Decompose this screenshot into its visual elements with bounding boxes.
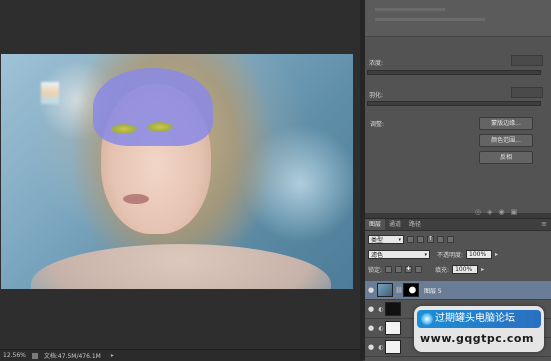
forum-watermark: 过期罐头电脑论坛 www.gqgtpc.com	[414, 306, 544, 352]
layer-mask-thumbnail[interactable]	[385, 340, 401, 354]
smart-object-filter-icon[interactable]	[447, 236, 454, 243]
status-bar: 12.56% 文档:47.5M/476.1M ▸	[0, 349, 363, 361]
status-menu-arrow-icon[interactable]: ▸	[111, 352, 114, 359]
layers-tabs: 图层 通道 路径 ≡	[365, 219, 551, 231]
layer-mask-thumbnail[interactable]	[385, 302, 401, 316]
left-eyeshadow	[111, 124, 137, 134]
fill-field[interactable]: 100%	[452, 265, 479, 274]
adjustment-filter-icon[interactable]	[417, 236, 424, 243]
adjust-label: 调整:	[370, 121, 385, 128]
layer-name[interactable]: 图层 5	[424, 286, 442, 295]
apply-mask-icon[interactable]: ◈	[487, 208, 492, 216]
zoom-readout[interactable]: 12.56%	[3, 352, 26, 359]
document-info: 文档:47.5M/476.1M	[43, 353, 101, 360]
layer-mask-thumbnail[interactable]	[403, 283, 419, 297]
eye-icon[interactable]: ●	[365, 286, 377, 294]
opacity-dropdown-icon[interactable]: ▸	[495, 251, 498, 258]
fill-dropdown-icon[interactable]: ▸	[481, 266, 484, 273]
density-label: 浓度:	[369, 59, 384, 67]
blend-mode-value: 滤色	[371, 252, 384, 259]
header-blur	[375, 18, 485, 21]
fill-label: 填充:	[435, 267, 450, 274]
mask-edge-button[interactable]: 蒙版边缘...	[479, 117, 533, 130]
blend-row: 滤色 ▾ 不透明度: 100% ▸	[368, 249, 498, 260]
eye-icon[interactable]: ●	[365, 324, 377, 332]
opacity-field[interactable]: 100%	[466, 250, 493, 259]
lock-transparency-icon[interactable]	[385, 266, 393, 273]
adjustment-layer-icon: ◐	[378, 343, 384, 351]
shape-filter-icon[interactable]	[437, 236, 444, 243]
properties-footer-icons: ◎ ◈ ◉ ▣	[475, 208, 517, 216]
right-eyeshadow	[147, 122, 173, 132]
density-value-field[interactable]	[511, 55, 543, 66]
kind-filter-value: 类型	[371, 237, 384, 244]
lock-all-icon[interactable]	[415, 266, 423, 273]
watermark-banner: 过期罐头电脑论坛	[417, 310, 541, 328]
delete-icon[interactable]: ▣	[511, 208, 518, 216]
density-slider[interactable]	[367, 70, 541, 75]
feather-label: 羽化:	[369, 91, 384, 99]
blend-mode-select[interactable]: 滤色 ▾	[368, 250, 430, 259]
properties-header	[365, 0, 551, 37]
density-row: 浓度:	[369, 54, 545, 70]
feather-value-field[interactable]	[511, 87, 543, 98]
tab-channels[interactable]: 通道	[385, 219, 405, 230]
color-range-button[interactable]: 颜色范围...	[479, 134, 533, 147]
layer-thumbnail	[377, 283, 393, 297]
fill-value: 100%	[455, 266, 473, 273]
opacity-label: 不透明度:	[437, 252, 464, 259]
layer-mask-thumbnail[interactable]	[385, 321, 401, 335]
kind-filter-select[interactable]: 类型 ▾	[368, 235, 404, 244]
watermark-title: 过期罐头电脑论坛	[435, 313, 515, 324]
lock-pixels-icon[interactable]	[395, 266, 403, 273]
chevron-down-icon: ▾	[424, 251, 427, 258]
link-icon[interactable]: ⛓	[395, 287, 403, 294]
header-blur	[375, 8, 445, 11]
eye-icon[interactable]: ●	[365, 305, 377, 313]
selection-icon[interactable]: ◎	[475, 208, 481, 216]
watermark-url: www.gqgtpc.com	[420, 332, 534, 345]
status-icon[interactable]	[31, 352, 38, 359]
invert-button[interactable]: 反相	[479, 151, 533, 164]
feather-row: 羽化:	[369, 86, 545, 102]
document-canvas[interactable]	[0, 0, 360, 349]
adjustment-layer-icon: ◐	[378, 324, 384, 332]
properties-panel: 浓度: 羽化: 调整: 蒙版边缘... 颜色范围... 反相 ◎ ◈ ◉ ▣	[365, 0, 551, 216]
opacity-value: 100%	[469, 251, 487, 258]
layer-row[interactable]: ● ⛓ 图层 5	[365, 281, 551, 300]
panel-menu-icon[interactable]: ≡	[541, 219, 551, 230]
visibility-icon[interactable]: ◉	[499, 208, 505, 216]
eye-icon[interactable]: ●	[365, 343, 377, 351]
type-filter-icon[interactable]: T	[427, 236, 434, 243]
portrait-photo[interactable]	[1, 54, 353, 289]
lock-position-icon[interactable]: ✚	[405, 266, 413, 273]
lips-shape	[123, 194, 149, 204]
lock-label: 锁定:	[368, 267, 383, 274]
mask-overlay	[93, 68, 213, 146]
feather-slider[interactable]	[367, 101, 541, 106]
tab-paths[interactable]: 路径	[405, 219, 425, 230]
chevron-down-icon: ▾	[398, 236, 401, 243]
lock-row: 锁定: ✚ 填充: 100% ▸	[368, 264, 484, 275]
forum-logo-icon	[421, 313, 433, 325]
tab-layers[interactable]: 图层	[365, 219, 386, 230]
filter-row: 类型 ▾ T	[368, 234, 454, 245]
adjustment-layer-icon: ◐	[378, 305, 384, 313]
pixel-filter-icon[interactable]	[407, 236, 414, 243]
lens-flare	[41, 82, 59, 104]
